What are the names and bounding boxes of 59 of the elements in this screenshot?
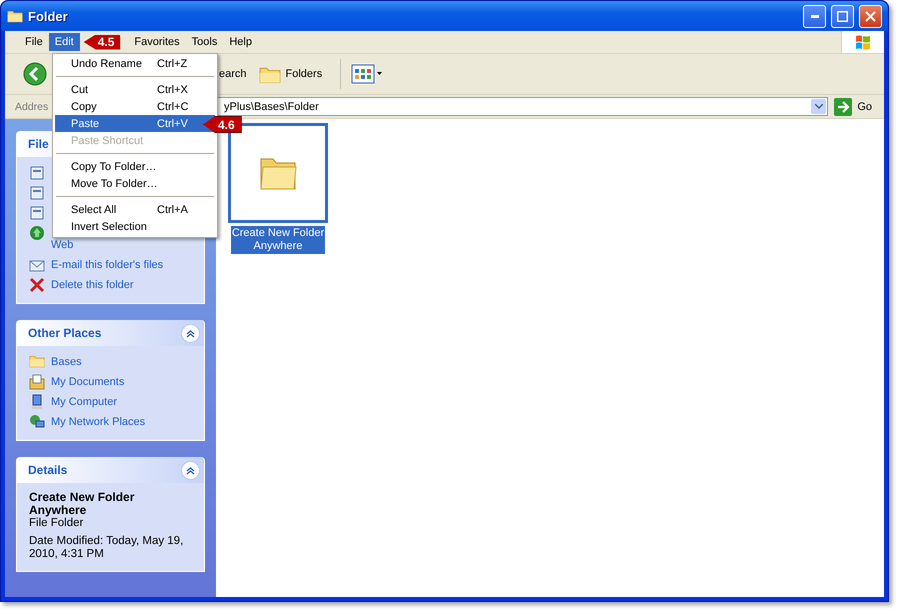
folder-icon	[7, 9, 23, 23]
close-button[interactable]	[859, 4, 882, 28]
menu-option[interactable]: Copy To Folder…	[55, 158, 215, 175]
place-link[interactable]: Bases	[51, 354, 82, 370]
minimize-icon	[810, 14, 818, 18]
task-icon	[29, 205, 45, 221]
back-button[interactable]	[23, 62, 47, 86]
flag-icon	[854, 34, 872, 50]
menu-option[interactable]: Undo Rename Ctrl+Z	[55, 55, 215, 72]
menu-option[interactable]: Paste Ctrl+V	[55, 115, 215, 132]
delete-icon	[29, 277, 45, 293]
step-callout: 4.5	[84, 34, 120, 50]
search-label[interactable]: earch	[219, 68, 247, 80]
panel-title: File	[28, 137, 49, 151]
menu-item[interactable]: Help	[223, 33, 258, 51]
menu-item[interactable]: Edit	[48, 33, 80, 51]
date-modified: Date Modified: Today, May 19, 2010, 4:31 PM	[29, 535, 184, 561]
place-link[interactable]: My Computer	[51, 394, 118, 410]
collapse-button[interactable]	[181, 324, 200, 342]
menu-item[interactable]: Favorites	[128, 33, 186, 51]
folder-name[interactable]: Create New Folder Anywhere	[231, 226, 325, 254]
maximize-button[interactable]	[831, 4, 854, 28]
address-label: Addres	[15, 100, 50, 112]
panel-title: Other Places	[28, 326, 102, 340]
close-icon	[865, 10, 876, 22]
folders-button[interactable]: Folders	[254, 62, 326, 86]
arrow-right-icon	[834, 98, 852, 116]
panel-title: Details	[28, 463, 68, 477]
double-chevron-up-icon	[186, 466, 195, 474]
task-icon	[29, 185, 45, 201]
place-link[interactable]: My Network Places	[51, 414, 146, 430]
menu-option[interactable]: Select All Ctrl+A	[55, 201, 215, 218]
go-button[interactable]: Go	[830, 98, 880, 116]
minimize-button[interactable]	[803, 4, 826, 28]
views-icon	[351, 64, 384, 84]
menu-option[interactable]: Move To Folder…	[55, 175, 215, 192]
menu-option[interactable]: Copy Ctrl+C	[55, 98, 215, 115]
collapse-button[interactable]	[181, 460, 200, 480]
globe-icon	[29, 225, 45, 241]
double-chevron-up-icon	[186, 328, 195, 338]
item-name: Create New Folder Anywhere	[29, 491, 136, 517]
dropdown-button[interactable]	[811, 99, 826, 114]
item-type: File Folder	[29, 517, 84, 530]
folder-icon	[258, 64, 281, 84]
menu-option[interactable]: Invert Selection	[55, 218, 215, 235]
chevron-down-icon	[814, 104, 823, 109]
folder-icon	[29, 354, 45, 368]
task-link[interactable]: Delete this folder	[51, 277, 134, 293]
maximize-icon	[837, 10, 848, 22]
place-link[interactable]: My Documents	[51, 374, 124, 390]
menu-option[interactable]: Cut Ctrl+X	[55, 81, 215, 98]
documents-icon	[29, 374, 45, 390]
task-icon	[29, 165, 45, 181]
network-icon	[29, 414, 45, 430]
window-title: Folder	[28, 8, 69, 24]
menu-item[interactable]: Tools	[186, 33, 224, 51]
task-link[interactable]: E-mail this folder's files	[51, 257, 164, 273]
menu-item[interactable]: File	[19, 33, 49, 51]
computer-icon	[29, 394, 45, 410]
